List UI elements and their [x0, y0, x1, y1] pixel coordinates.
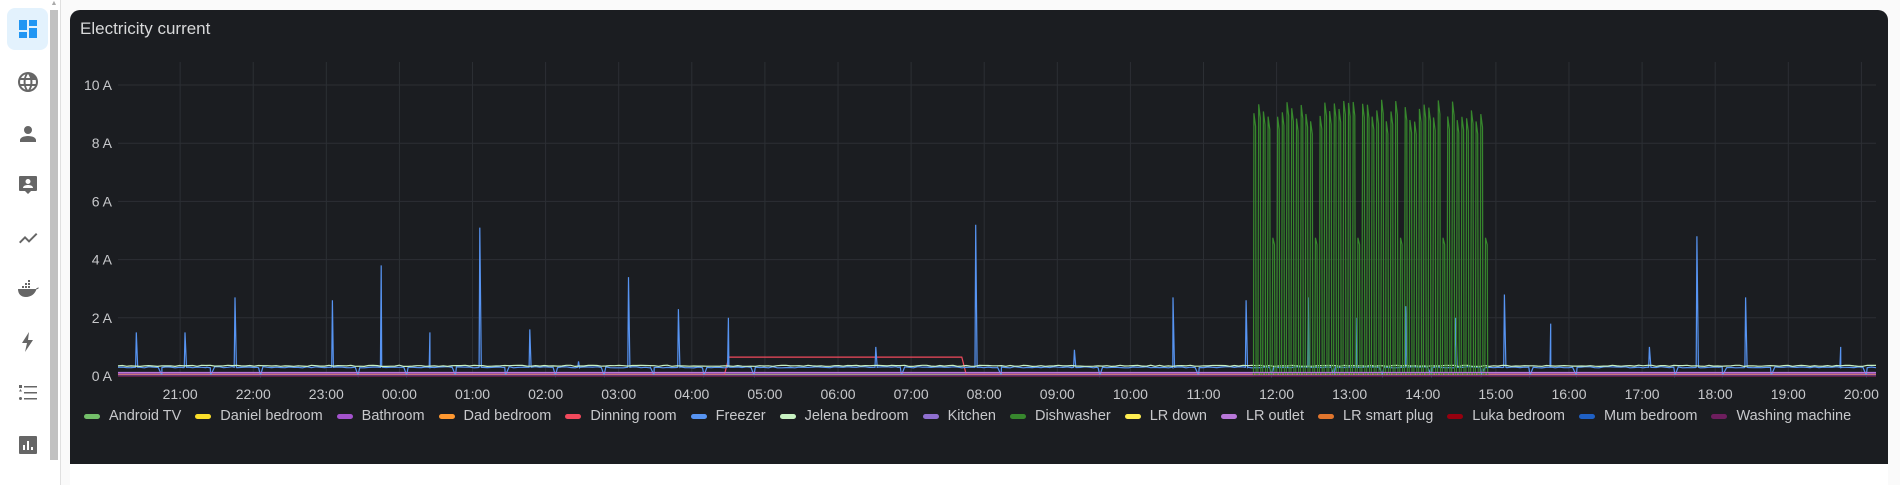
- line-chart: 0 A 2 A 4 A 6 A 8 A 10 A 21:00 22:00 23:00 00:00 0…: [84, 62, 1879, 402]
- x-tick-label: 23:00: [309, 386, 344, 402]
- y-tick-label: 8 A: [92, 135, 113, 151]
- x-tick-label: 12:00: [1259, 386, 1294, 402]
- x-tick-label: 08:00: [967, 386, 1002, 402]
- y-tick-label: 10 A: [84, 77, 113, 93]
- x-tick-label: 05:00: [747, 386, 782, 402]
- x-tick-label: 09:00: [1040, 386, 1075, 402]
- x-tick-label: 18:00: [1698, 386, 1733, 402]
- x-tick-label: 16:00: [1551, 386, 1586, 402]
- next-panel: [70, 464, 1888, 485]
- x-tick-label: 21:00: [163, 386, 198, 402]
- x-tick-label: 19:00: [1771, 386, 1806, 402]
- y-tick-label: 4 A: [92, 252, 113, 268]
- x-tick-label: 10:00: [1113, 386, 1148, 402]
- x-tick-label: 13:00: [1332, 386, 1367, 402]
- x-tick-label: 20:00: [1844, 386, 1879, 402]
- x-tick-label: 07:00: [894, 386, 929, 402]
- x-tick-label: 03:00: [601, 386, 636, 402]
- x-tick-label: 06:00: [820, 386, 855, 402]
- x-tick-label: 22:00: [236, 386, 271, 402]
- x-tick-label: 00:00: [382, 386, 417, 402]
- x-tick-label: 04:00: [674, 386, 709, 402]
- series-line-freezer: [117, 224, 1877, 378]
- x-tick-label: 02:00: [528, 386, 563, 402]
- x-tick-label: 01:00: [455, 386, 490, 402]
- x-tick-label: 11:00: [1187, 386, 1221, 402]
- x-tick-label: 17:00: [1625, 386, 1660, 402]
- y-tick-label: 2 A: [92, 310, 113, 326]
- y-tick-label: 6 A: [92, 193, 113, 209]
- y-tick-label: 0 A: [92, 368, 113, 384]
- x-tick-label: 15:00: [1478, 386, 1513, 402]
- x-tick-label: 14:00: [1405, 386, 1440, 402]
